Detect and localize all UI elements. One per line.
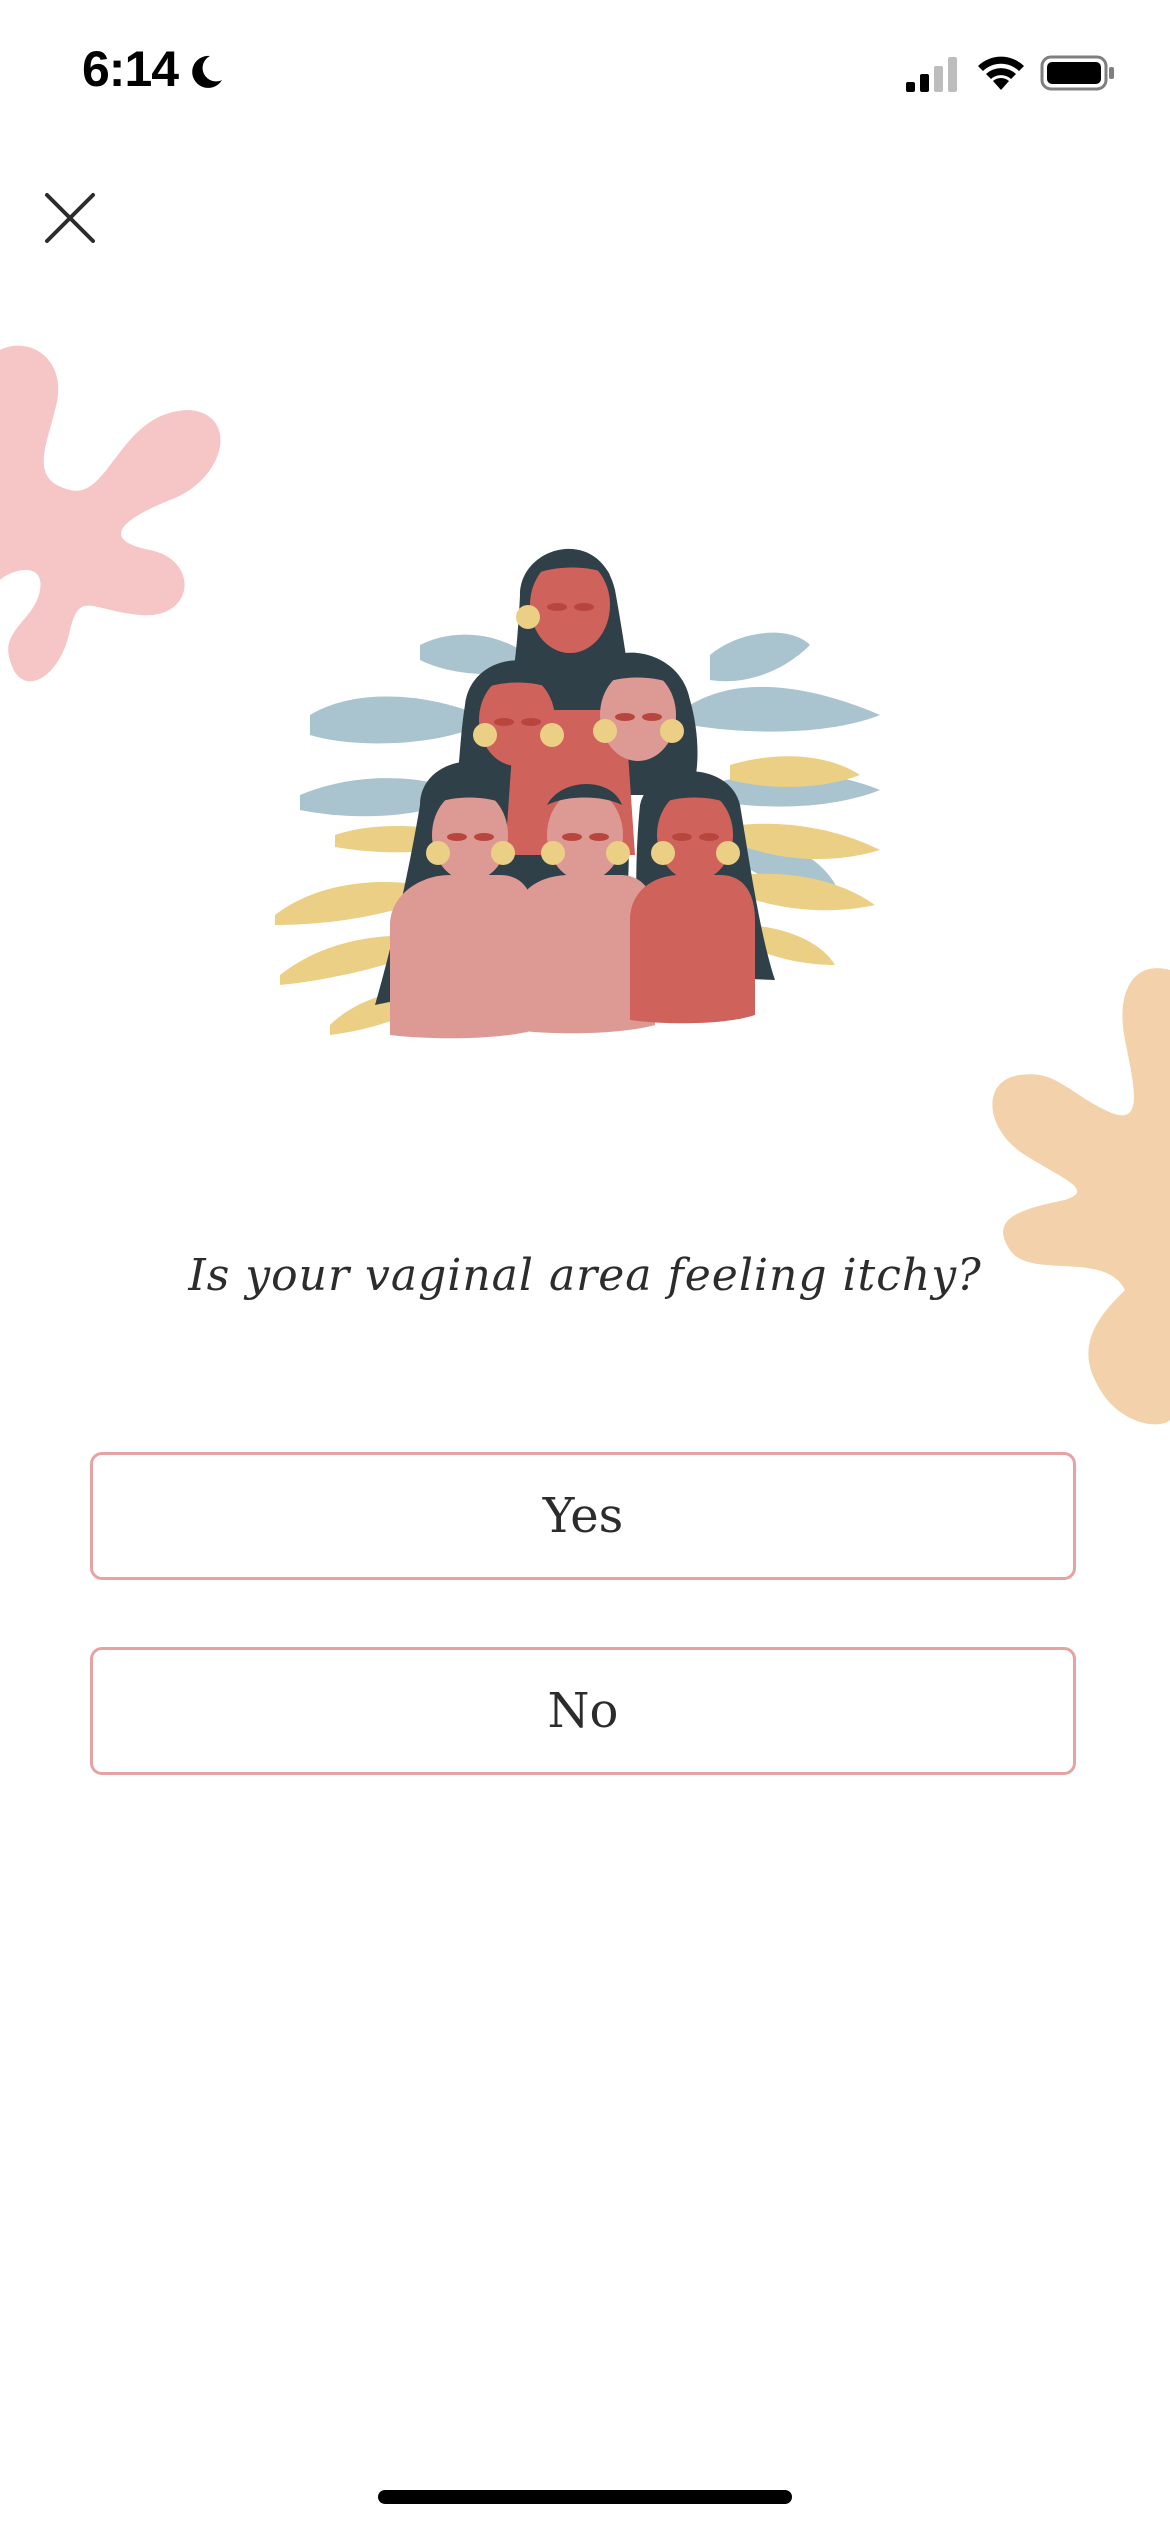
question-text: Is your vaginal area feeling itchy? <box>188 1250 982 1301</box>
decorative-blob-peach <box>992 968 1170 1425</box>
close-icon <box>45 193 95 243</box>
close-button[interactable] <box>30 178 110 258</box>
women-group-illustration <box>275 548 880 1039</box>
moon-icon <box>192 55 222 88</box>
no-button[interactable]: No <box>90 1647 1076 1775</box>
status-bar: 6:14 <box>0 0 1170 150</box>
signal-icon <box>906 57 957 92</box>
yes-button[interactable]: Yes <box>90 1452 1076 1580</box>
decorative-blob-pink <box>0 345 221 682</box>
status-time: 6:14 <box>82 41 179 97</box>
home-indicator[interactable] <box>378 2490 792 2504</box>
battery-icon <box>1040 55 1114 91</box>
wifi-icon <box>978 56 1024 90</box>
